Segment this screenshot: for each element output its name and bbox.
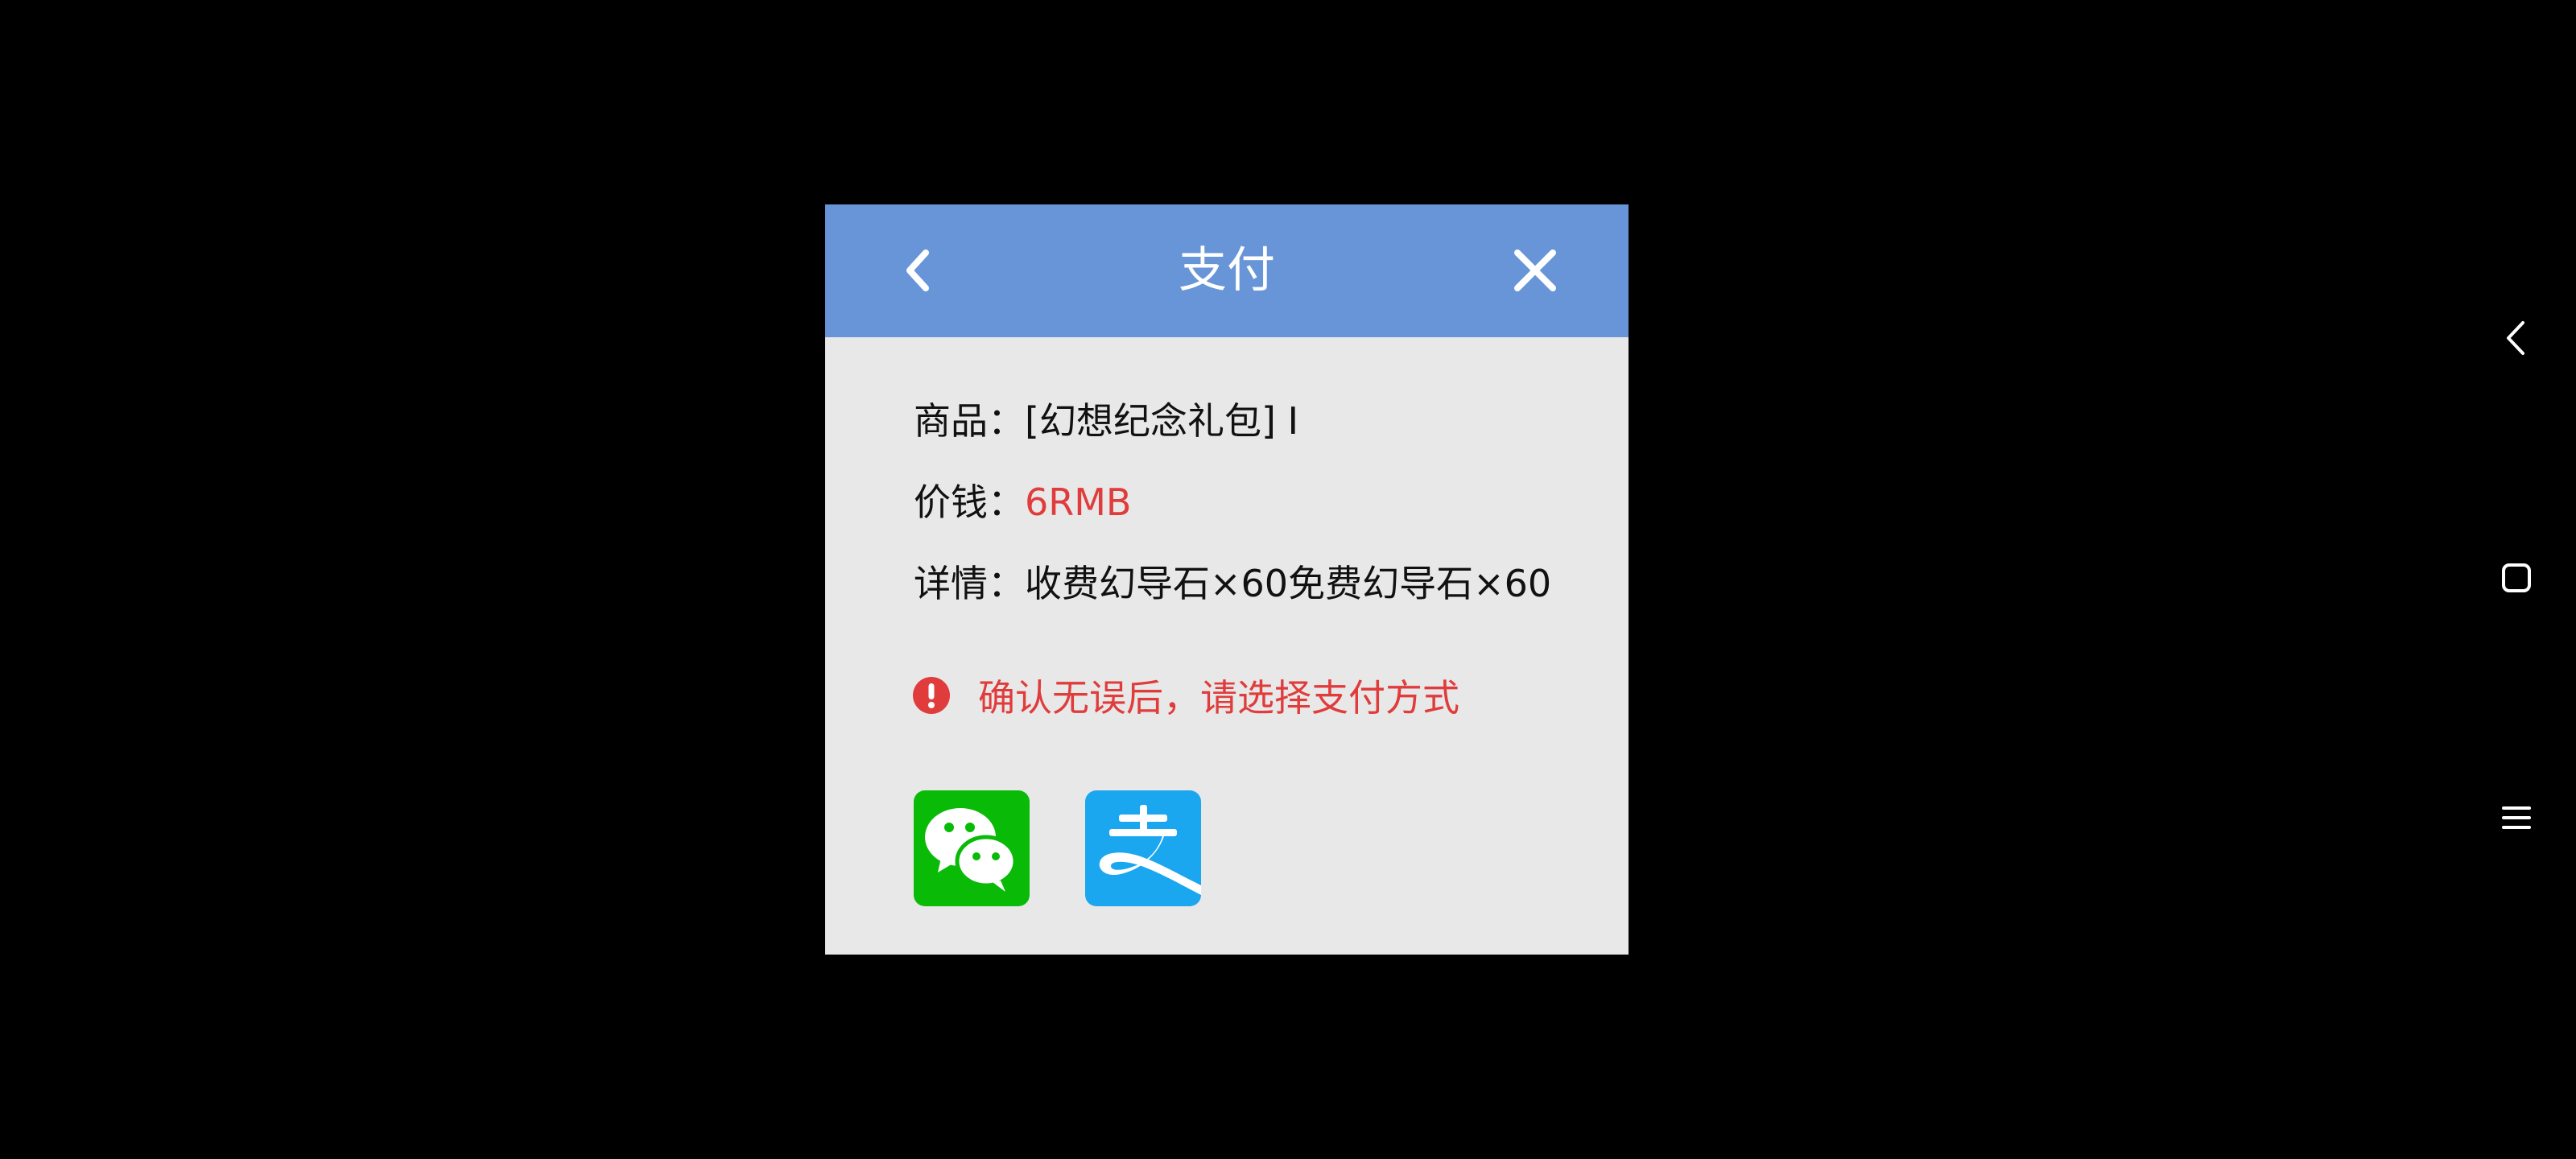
nav-menu-icon xyxy=(2502,806,2531,829)
price-label: 价钱： xyxy=(914,481,1025,524)
price-row: 价钱：6RMB xyxy=(914,474,1131,530)
nav-back-button[interactable] xyxy=(2487,309,2545,367)
product-value: [幻想纪念礼包] I xyxy=(1025,399,1299,443)
product-row: 商品：[幻想纪念礼包] I xyxy=(914,393,1298,449)
dialog-header: 支付 xyxy=(825,204,1629,337)
nav-back-icon xyxy=(2507,321,2524,355)
back-button[interactable] xyxy=(886,238,950,303)
close-button[interactable] xyxy=(1503,238,1567,303)
nav-home-icon xyxy=(2502,563,2531,592)
detail-value: 收费幻导石×60免费幻导石×60 xyxy=(1025,562,1552,605)
notice-text: 确认无误后，请选择支付方式 xyxy=(978,676,1459,720)
nav-menu-button[interactable] xyxy=(2487,789,2545,847)
alipay-button[interactable] xyxy=(1085,790,1201,906)
close-icon xyxy=(1514,250,1556,291)
wechat-pay-icon xyxy=(925,808,1018,892)
product-label: 商品： xyxy=(914,399,1025,443)
payment-dialog: 支付 商品：[幻想纪念礼包] I 价钱：6RMB 详情：收费幻导石×60免费幻导… xyxy=(825,204,1629,955)
detail-label: 详情： xyxy=(914,562,1025,605)
exclamation-circle-icon xyxy=(913,677,950,714)
chevron-left-icon xyxy=(906,250,929,291)
app-screen: 支付 商品：[幻想纪念礼包] I 价钱：6RMB 详情：收费幻导石×60免费幻导… xyxy=(0,0,2576,1159)
alipay-icon xyxy=(1099,805,1201,895)
nav-home-button[interactable] xyxy=(2487,549,2545,607)
wechat-pay-button[interactable] xyxy=(914,790,1030,906)
price-value: 6RMB xyxy=(1025,481,1132,524)
detail-row: 详情：收费幻导石×60免费幻导石×60 xyxy=(914,555,1551,612)
payment-notice: 确认无误后，请选择支付方式 xyxy=(912,663,1459,728)
